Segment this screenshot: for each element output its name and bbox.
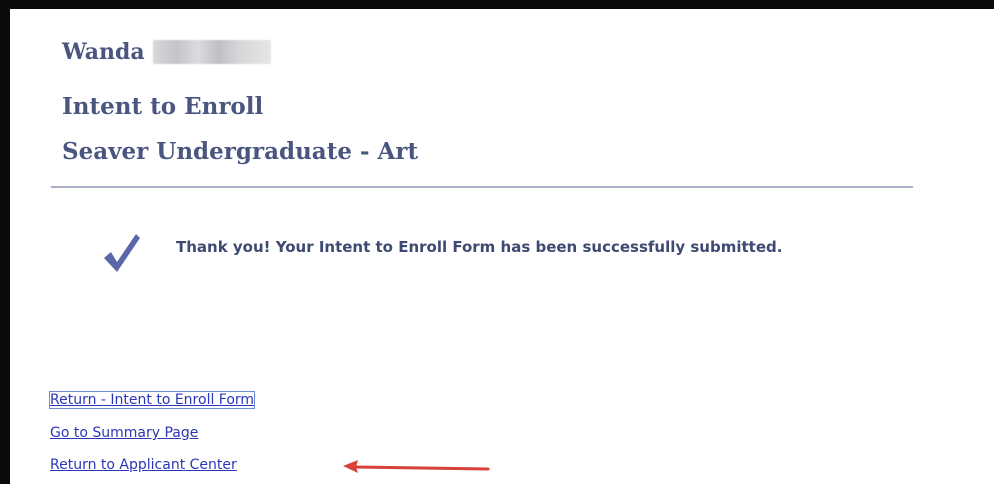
- confirmation-message: Thank you! Your Intent to Enroll Form ha…: [176, 238, 783, 256]
- header-divider: [51, 186, 913, 188]
- return-to-applicant-center-link[interactable]: Return to Applicant Center: [50, 457, 237, 473]
- user-first-name: Wanda: [62, 39, 145, 65]
- go-to-summary-link[interactable]: Go to Summary Page: [50, 425, 198, 441]
- redacted-last-name: [152, 40, 271, 64]
- annotation-arrow-icon: [343, 460, 490, 473]
- checkmark-icon: [104, 234, 140, 272]
- page-frame: Wanda Intent to Enroll Seaver Undergradu…: [0, 0, 994, 484]
- return-intent-to-enroll-link[interactable]: Return - Intent to Enroll Form: [48, 391, 256, 409]
- user-name: Wanda: [62, 39, 271, 65]
- page-title: Intent to Enroll: [62, 93, 264, 120]
- program-title: Seaver Undergraduate - Art: [62, 138, 419, 165]
